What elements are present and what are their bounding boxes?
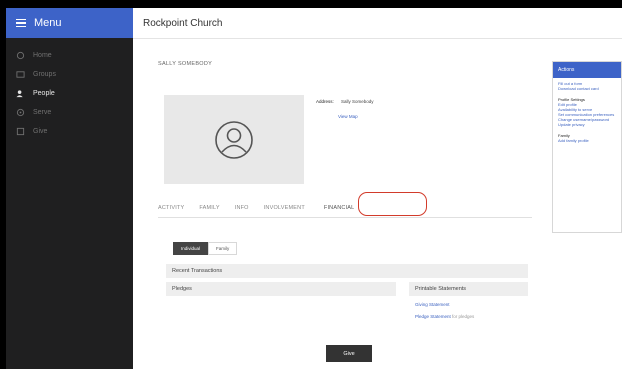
sub-tab-family[interactable]: Family [208,242,238,255]
sidebar-item-label: Serve [33,109,52,116]
add-family-link[interactable]: Add family profile [558,138,616,143]
sidebar-nav: Home Groups People Serve Give [6,46,133,141]
address-row: Address: Sally Somebody [316,99,374,104]
sidebar-item-label: People [33,90,55,97]
give-icon [16,127,25,136]
pledge-statement-link[interactable]: Pledge Statement [415,314,451,319]
hamburger-icon[interactable] [16,17,26,30]
actions-panel: Actions Fill out a form Download contact… [552,61,622,233]
home-icon [16,51,25,60]
giving-statement-link[interactable]: Giving Statement [415,302,450,307]
financial-sub-tabs: Individual Family [173,242,238,255]
pledges-header: Pledges [166,282,396,296]
tab-activity[interactable]: ACTIVITY [158,205,184,211]
profile-tabs: ACTIVITY FAMILY INFO INVOLVEMENT FINANCI… [158,199,532,218]
sidebar-item-home[interactable]: Home [6,46,133,65]
serve-icon [16,108,25,117]
give-button[interactable]: Give [326,345,372,362]
person-name: SALLY SOMEBODY [158,61,213,67]
sidebar-item-give[interactable]: Give [6,122,133,141]
sidebar: Menu Home Groups People Serve Give [6,8,133,369]
tab-info[interactable]: INFO [235,205,249,211]
actions-group-family: Family Add family profile [553,127,621,143]
pledge-statement-row: Pledge Statement for pledges [415,314,474,319]
address-value: Sally Somebody [341,99,374,104]
groups-icon [16,70,25,79]
tab-financial[interactable]: FINANCIAL [324,205,355,211]
actions-group-top: Fill out a form Download contact card [553,78,621,91]
sidebar-item-groups[interactable]: Groups [6,65,133,84]
sidebar-item-serve[interactable]: Serve [6,103,133,122]
tab-family[interactable]: FAMILY [199,205,219,211]
address-label: Address: [316,99,334,104]
user-avatar-icon [215,120,253,159]
tab-involvement[interactable]: INVOLVEMENT [264,205,305,211]
menu-label: Menu [34,17,62,29]
pledge-statement-note: for pledges [452,314,475,319]
sidebar-item-label: Groups [33,71,56,78]
recent-transactions-header: Recent Transactions [166,264,528,278]
sidebar-item-people[interactable]: People [6,84,133,103]
annotation-circle [358,192,427,216]
sub-tab-individual[interactable]: Individual [173,242,209,255]
actions-group-profile: Profile Settings Edit profile Availabili… [553,91,621,127]
avatar[interactable] [164,95,304,184]
sidebar-item-label: Give [33,128,48,135]
app-window: Menu Home Groups People Serve Give Rockp… [6,8,622,369]
printable-statements-header: Printable Statements [409,282,528,296]
people-icon [16,89,25,98]
menu-header[interactable]: Menu [6,8,133,38]
actions-title: Actions [553,62,621,78]
page-title: Rockpoint Church [143,17,223,29]
header-bar: Rockpoint Church [133,8,622,39]
main-content: SALLY SOMEBODY Address: Sally Somebody V… [133,39,622,369]
view-map-link[interactable]: View Map [338,114,358,119]
sidebar-item-label: Home [33,52,52,59]
